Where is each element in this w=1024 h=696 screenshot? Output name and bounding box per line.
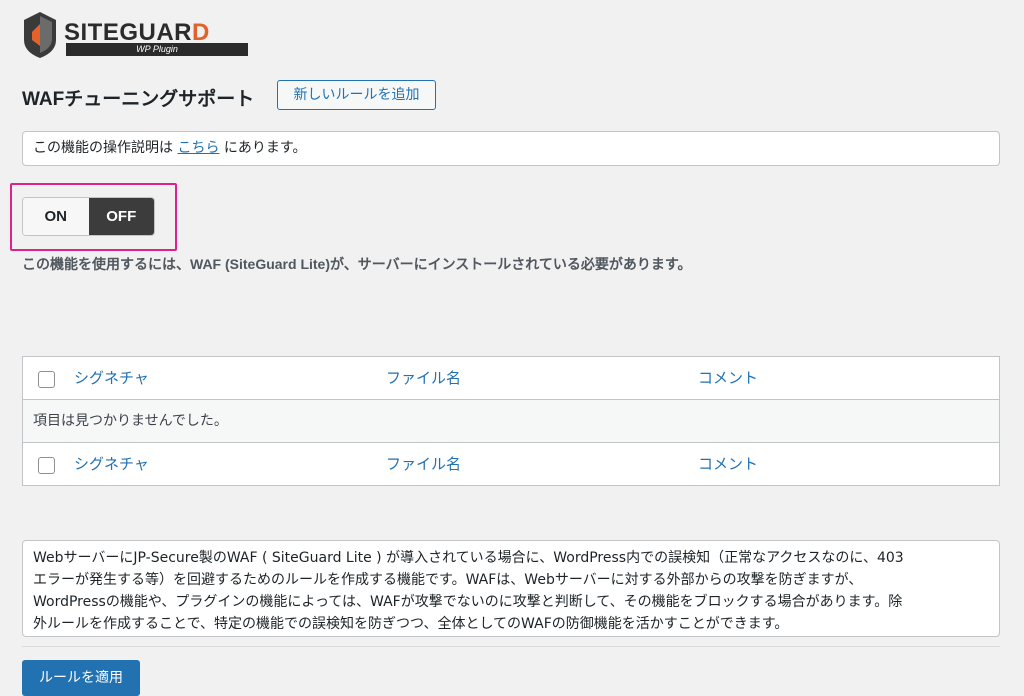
- column-filename[interactable]: ファイル名: [386, 357, 461, 400]
- select-all-checkbox-footer[interactable]: [38, 457, 55, 474]
- apply-rule-button[interactable]: ルールを適用: [22, 660, 140, 696]
- add-rule-button[interactable]: 新しいルールを追加: [277, 80, 436, 110]
- on-off-toggle[interactable]: ON OFF: [22, 197, 155, 236]
- column-comment-footer[interactable]: コメント: [698, 443, 758, 486]
- rules-table: シグネチャ ファイル名 コメント 項目は見つかりませんでした。 シグネチャ ファ…: [22, 356, 1000, 486]
- empty-message: 項目は見つかりませんでした。: [23, 400, 999, 443]
- description-box: WebサーバーにJP-Secure製のWAF ( SiteGuard Lite …: [22, 540, 1000, 637]
- waf-requirement-text: この機能を使用するには、WAF (SiteGuard Lite)が、サーバーにイ…: [22, 256, 692, 272]
- column-signature-footer[interactable]: シグネチャ: [74, 443, 149, 486]
- table-footer-row: シグネチャ ファイル名 コメント: [23, 443, 999, 485]
- siteguard-logo: SITEGUARD WP Plugin: [22, 10, 252, 62]
- page-title: WAFチューニングサポート: [22, 89, 255, 110]
- column-signature[interactable]: シグネチャ: [74, 357, 149, 400]
- toggle-off-option[interactable]: OFF: [88, 198, 154, 235]
- help-notice: この機能の操作説明は こちら にあります。: [22, 131, 1000, 166]
- description-line: エラーが発生する等）を回避するためのルールを作成する機能です。WAFは、Webサ…: [33, 572, 863, 588]
- description-line: WordPressの機能や、プラグインの機能によっては、WAFが攻撃でないのに攻…: [33, 594, 903, 610]
- help-link[interactable]: こちら: [177, 140, 219, 156]
- divider: [22, 646, 1000, 647]
- description-line: WebサーバーにJP-Secure製のWAF ( SiteGuard Lite …: [33, 550, 904, 566]
- description-line: 外ルールを作成することで、特定の機能での誤検知を防ぎつつ、全体としてのWAFの防…: [33, 616, 789, 632]
- column-comment[interactable]: コメント: [698, 357, 758, 400]
- notice-prefix: この機能の操作説明は: [33, 140, 178, 156]
- column-filename-footer[interactable]: ファイル名: [386, 443, 461, 486]
- table-header-row: シグネチャ ファイル名 コメント: [23, 357, 999, 400]
- select-all-checkbox[interactable]: [38, 371, 55, 388]
- shield-logo-icon: [24, 12, 56, 58]
- toggle-on-option[interactable]: ON: [23, 198, 89, 235]
- notice-suffix: にあります。: [219, 140, 307, 156]
- logo-subtitle: WP Plugin: [66, 43, 248, 56]
